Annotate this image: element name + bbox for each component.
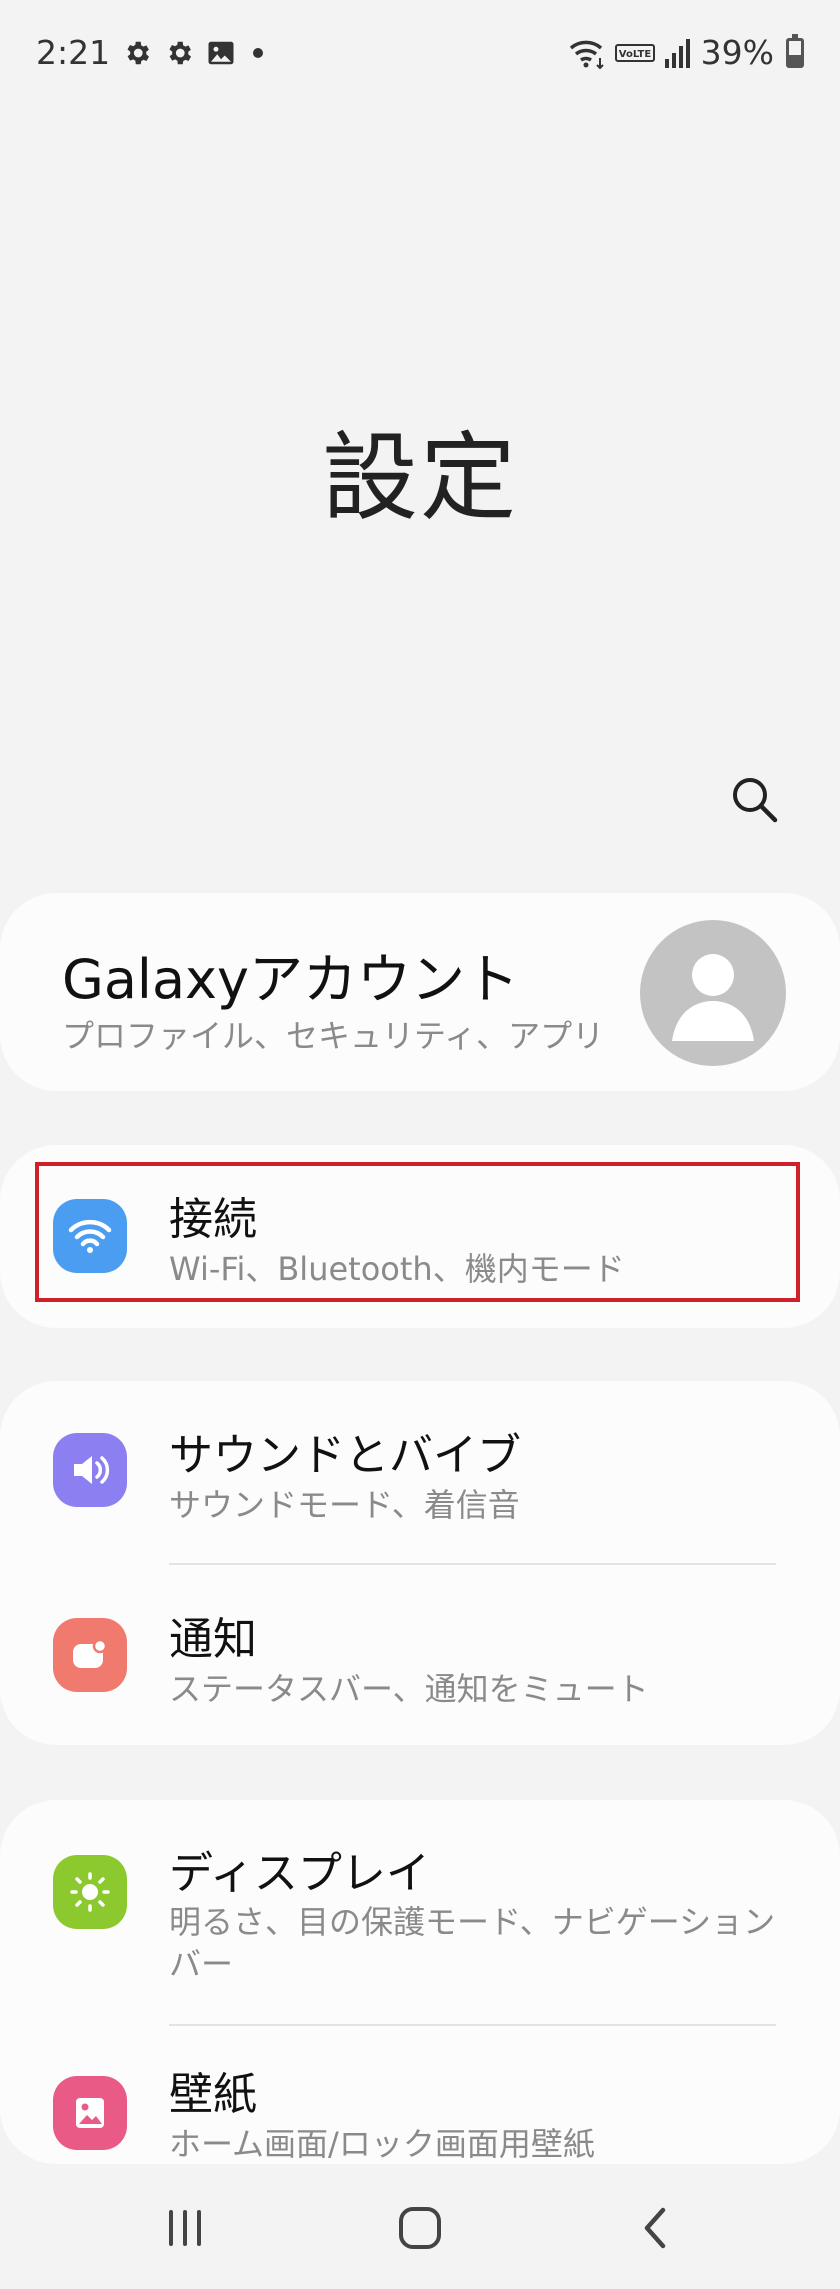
- recents-icon: [169, 2210, 201, 2246]
- settings-item-subtitle: サウンドモード、着信音: [169, 1486, 520, 1524]
- search-icon: [733, 778, 778, 823]
- speaker-icon: [53, 1433, 127, 1507]
- account-subtitle: プロファイル、セキュリティ、アプリ: [62, 1017, 605, 1055]
- status-left: 2:21: [36, 33, 268, 72]
- wifi-icon: [567, 36, 607, 70]
- navigation-bar: [0, 2168, 840, 2289]
- gear-icon: [122, 38, 152, 68]
- status-time: 2:21: [36, 33, 111, 72]
- svg-text:VoLTE: VoLTE: [618, 49, 651, 60]
- settings-item-title: 通知: [169, 1614, 257, 1665]
- search-button[interactable]: [725, 770, 785, 830]
- galaxy-account-card[interactable]: Galaxyアカウント プロファイル、セキュリティ、アプリ: [0, 893, 840, 1091]
- battery-fill: [789, 55, 801, 65]
- settings-item-title: 壁紙: [169, 2069, 257, 2120]
- avatar[interactable]: [640, 920, 786, 1066]
- page-title: 設定: [322, 422, 518, 534]
- settings-item-sound[interactable]: サウンドとバイブ サウンドモード、着信音: [0, 1381, 840, 1563]
- wallpaper-icon: [53, 2076, 127, 2150]
- back-button[interactable]: [610, 2188, 700, 2268]
- account-name: Galaxyアカウント: [62, 948, 519, 1011]
- person-icon: [672, 954, 754, 1041]
- volte-icon: VoLTE: [614, 43, 655, 63]
- battery-icon: [786, 33, 804, 68]
- status-right: VoLTE 39%: [567, 33, 804, 72]
- settings-item-display[interactable]: ディスプレイ 明るさ、目の保護モード、ナビゲーションバー: [0, 1800, 840, 2025]
- settings-item-subtitle: ホーム画面/ロック画面用壁紙: [169, 2125, 595, 2163]
- notification-icon: [53, 1618, 127, 1692]
- dot-icon: [248, 43, 268, 63]
- settings-item-title: サウンドとバイブ: [169, 1430, 521, 1481]
- settings-item-subtitle: 明るさ、目の保護モード、ナビゲーションバー: [169, 1903, 776, 1983]
- image-icon: [206, 38, 236, 68]
- back-icon: [644, 2207, 666, 2249]
- home-button[interactable]: [375, 2188, 465, 2268]
- signal-icon: [663, 37, 693, 69]
- sound-notifications-card: サウンドとバイブ サウンドモード、着信音 通知 ステータスバー、通知をミュート: [0, 1381, 840, 1745]
- settings-item-notifications[interactable]: 通知 ステータスバー、通知をミュート: [0, 1563, 840, 1745]
- recents-button[interactable]: [140, 2188, 230, 2268]
- settings-item-subtitle: ステータスバー、通知をミュート: [169, 1670, 649, 1708]
- display-wallpaper-card: ディスプレイ 明るさ、目の保護モード、ナビゲーションバー 壁紙 ホーム画面/ロッ…: [0, 1800, 840, 2164]
- brightness-icon: [53, 1855, 127, 1929]
- highlight-box: [35, 1162, 800, 1302]
- settings-item-wallpaper[interactable]: 壁紙 ホーム画面/ロック画面用壁紙: [0, 2025, 840, 2164]
- battery-percent: 39%: [700, 33, 774, 72]
- gear-icon: [164, 38, 194, 68]
- home-icon: [399, 2207, 441, 2249]
- status-bar: 2:21 VoLTE 39%: [0, 0, 840, 105]
- settings-item-title: ディスプレイ: [169, 1848, 430, 1899]
